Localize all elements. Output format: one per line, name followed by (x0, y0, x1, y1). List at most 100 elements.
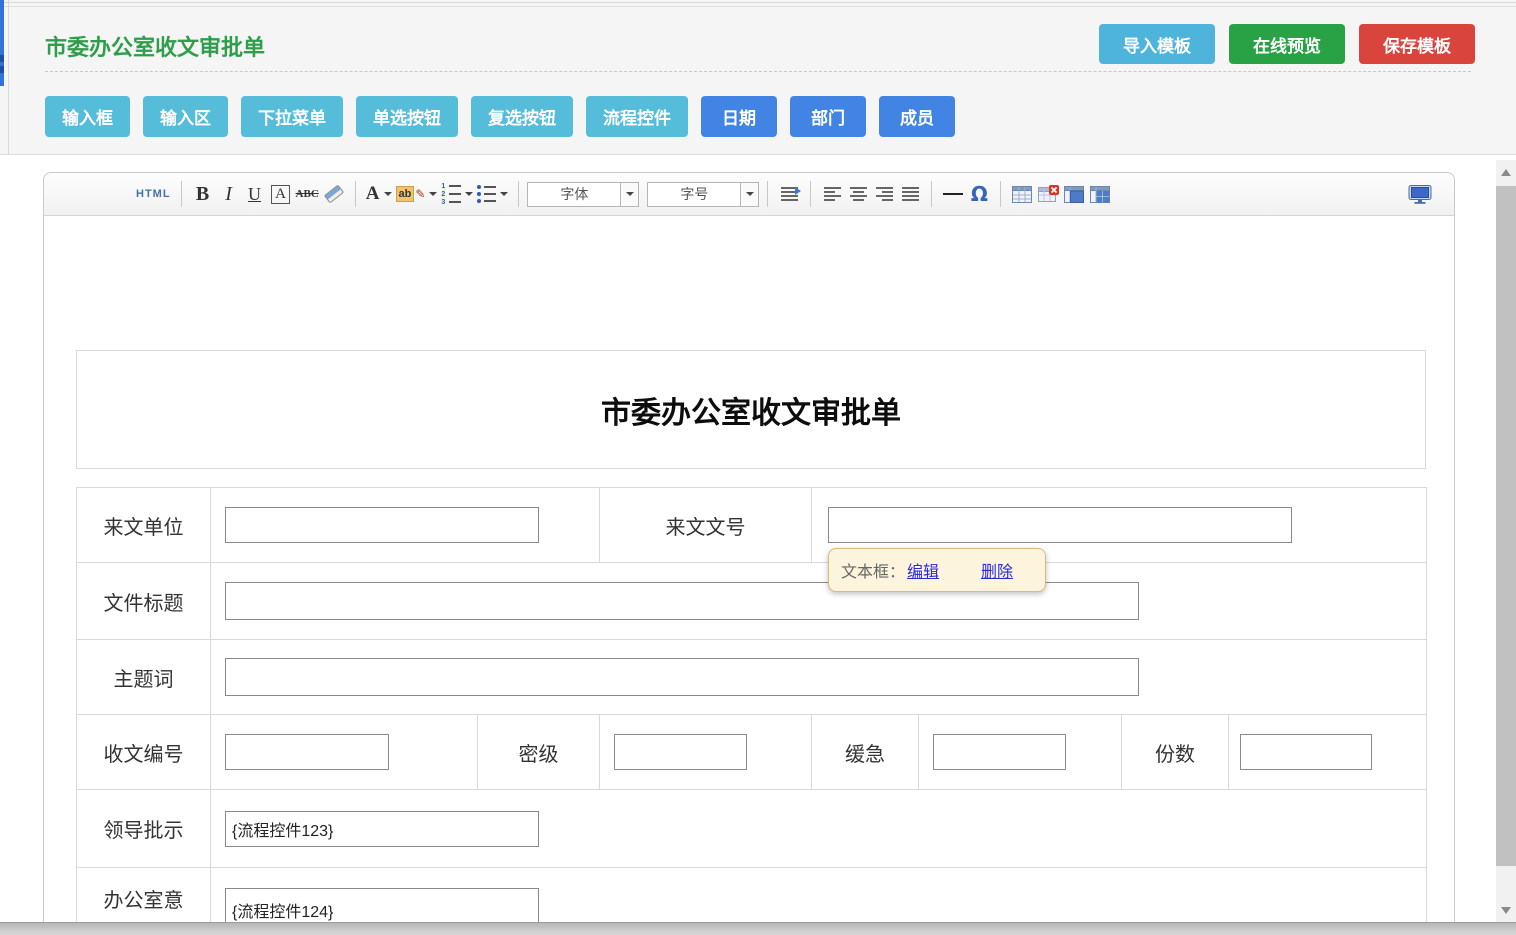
doc-number-input[interactable] (828, 507, 1292, 543)
table-row: 来文单位 来文文号 (77, 488, 1427, 563)
remove-format-button[interactable] (321, 180, 347, 208)
toolbar-divider (767, 181, 768, 207)
table-cell-properties-icon (1064, 186, 1084, 203)
font-family-dropdown-button[interactable] (620, 183, 638, 206)
copies-cell (1229, 715, 1427, 790)
source-unit-input[interactable] (225, 507, 539, 543)
font-style-button[interactable]: A (268, 180, 294, 208)
italic-button[interactable]: I (216, 180, 242, 208)
align-left-icon (824, 187, 841, 201)
pencil-icon: ✎ (415, 187, 425, 201)
arrow-up-icon (1501, 169, 1511, 176)
component-input-area-button[interactable]: 输入区 (143, 96, 228, 137)
chevron-down-icon (429, 192, 437, 196)
table-row-properties-button[interactable] (1087, 180, 1113, 208)
tooltip-label: 文本框： (841, 558, 905, 582)
chevron-down-icon (626, 192, 634, 196)
secrecy-input[interactable] (614, 734, 747, 770)
component-flow-control-button[interactable]: 流程控件 (586, 96, 688, 137)
receipt-no-label: 收文编号 (77, 715, 211, 790)
indent-button[interactable] (776, 180, 802, 208)
component-member-button[interactable]: 成员 (879, 96, 955, 137)
html-source-label: HTML (136, 188, 171, 200)
subject-cell (211, 640, 1427, 715)
toolbar-divider (1000, 181, 1001, 207)
strikethrough-button[interactable]: ABC (294, 180, 321, 208)
receipt-no-cell (211, 715, 478, 790)
font-size-dropdown-button[interactable] (740, 183, 758, 206)
table-cell-properties-button[interactable] (1061, 180, 1087, 208)
component-department-button[interactable]: 部门 (790, 96, 866, 137)
online-preview-button[interactable]: 在线预览 (1229, 24, 1345, 64)
font-family-value: 字体 (528, 184, 620, 204)
component-palette: 输入框 输入区 下拉菜单 单选按钮 复选按钮 流程控件 日期 部门 成员 (45, 96, 955, 137)
font-color-button[interactable]: A (364, 180, 394, 208)
receipt-no-input[interactable] (225, 734, 389, 770)
horizontal-rule-button[interactable] (940, 180, 966, 208)
secrecy-label: 密级 (478, 715, 600, 790)
save-template-button[interactable]: 保存模板 (1359, 24, 1475, 64)
ordered-list-button[interactable]: 1 2 3 (439, 180, 475, 208)
align-right-button[interactable] (871, 180, 897, 208)
scrollbar-thumb[interactable] (1496, 186, 1516, 866)
unordered-list-button[interactable] (475, 180, 510, 208)
leader-note-label: 领导批示 (77, 790, 211, 868)
leader-note-input[interactable] (225, 811, 539, 847)
toolbar-divider (181, 181, 182, 207)
font-family-select[interactable]: 字体 (527, 182, 639, 207)
table-row: 主题词 (77, 640, 1427, 715)
component-input-box-button[interactable]: 输入框 (45, 96, 130, 137)
document-title-cell[interactable]: 市委办公室收文审批单 (76, 350, 1426, 469)
component-radio-button[interactable]: 单选按钮 (356, 96, 458, 137)
special-char-button[interactable]: Ω (966, 180, 992, 208)
window-top-line (0, 2, 1516, 3)
vertical-scrollbar[interactable] (1496, 160, 1516, 922)
doc-number-label: 来文文号 (600, 488, 812, 563)
component-dropdown-button[interactable]: 下拉菜单 (241, 96, 343, 137)
tooltip-edit-link[interactable]: 编辑 (907, 558, 939, 582)
table-row: 收文编号 密级 缓急 份数 (77, 715, 1427, 790)
html-source-button[interactable]: HTML (134, 180, 173, 208)
fullscreen-button[interactable] (1406, 180, 1434, 208)
underline-button[interactable]: U (242, 180, 268, 208)
dashed-separator (45, 71, 1471, 72)
subject-input[interactable] (225, 658, 1139, 696)
urgency-label: 缓急 (812, 715, 919, 790)
align-left-button[interactable] (819, 180, 845, 208)
scroll-down-button[interactable] (1496, 898, 1516, 922)
tooltip-delete-link[interactable]: 删除 (981, 558, 1013, 582)
import-template-button[interactable]: 导入模板 (1099, 24, 1215, 64)
component-date-button[interactable]: 日期 (701, 96, 777, 137)
urgency-input[interactable] (933, 734, 1066, 770)
indent-icon (781, 187, 798, 201)
highlight-icon: ab (396, 186, 415, 202)
align-justify-icon (902, 187, 919, 201)
insert-table-button[interactable] (1009, 180, 1035, 208)
ordered-list-icon: 1 2 3 (441, 184, 461, 205)
scroll-up-button[interactable] (1496, 160, 1516, 184)
chevron-down-icon (500, 192, 508, 196)
table-row-properties-icon (1090, 186, 1110, 203)
component-checkbox-button[interactable]: 复选按钮 (471, 96, 573, 137)
rich-text-editor: HTML B I U A ABC A ab✎ 1 2 3 字体 字号 (43, 172, 1455, 935)
copies-input[interactable] (1240, 734, 1372, 770)
editor-content[interactable]: 市委办公室收文审批单 来文单位 来文文号 文件标题 主题词 收文 (44, 350, 1454, 935)
chevron-down-icon (465, 192, 473, 196)
field-edit-tooltip: 文本框： 编辑 删除 (828, 548, 1046, 592)
chevron-down-icon (384, 192, 392, 196)
fullscreen-monitor-icon (1408, 185, 1432, 204)
align-right-icon (876, 187, 893, 201)
editor-toolbar: HTML B I U A ABC A ab✎ 1 2 3 字体 字号 (44, 173, 1454, 216)
window-top-line-2 (0, 6, 1516, 7)
align-center-button[interactable] (845, 180, 871, 208)
delete-table-button[interactable] (1035, 180, 1061, 208)
font-size-value: 字号 (648, 184, 740, 204)
window-bottom-edge (0, 922, 1516, 935)
highlight-color-button[interactable]: ab✎ (394, 180, 440, 208)
align-justify-button[interactable] (897, 180, 923, 208)
font-size-select[interactable]: 字号 (647, 182, 759, 207)
align-center-icon (850, 187, 867, 201)
bold-button[interactable]: B (190, 180, 216, 208)
background-window-mark (0, 66, 4, 73)
page-title: 市委办公室收文审批单 (45, 30, 265, 62)
